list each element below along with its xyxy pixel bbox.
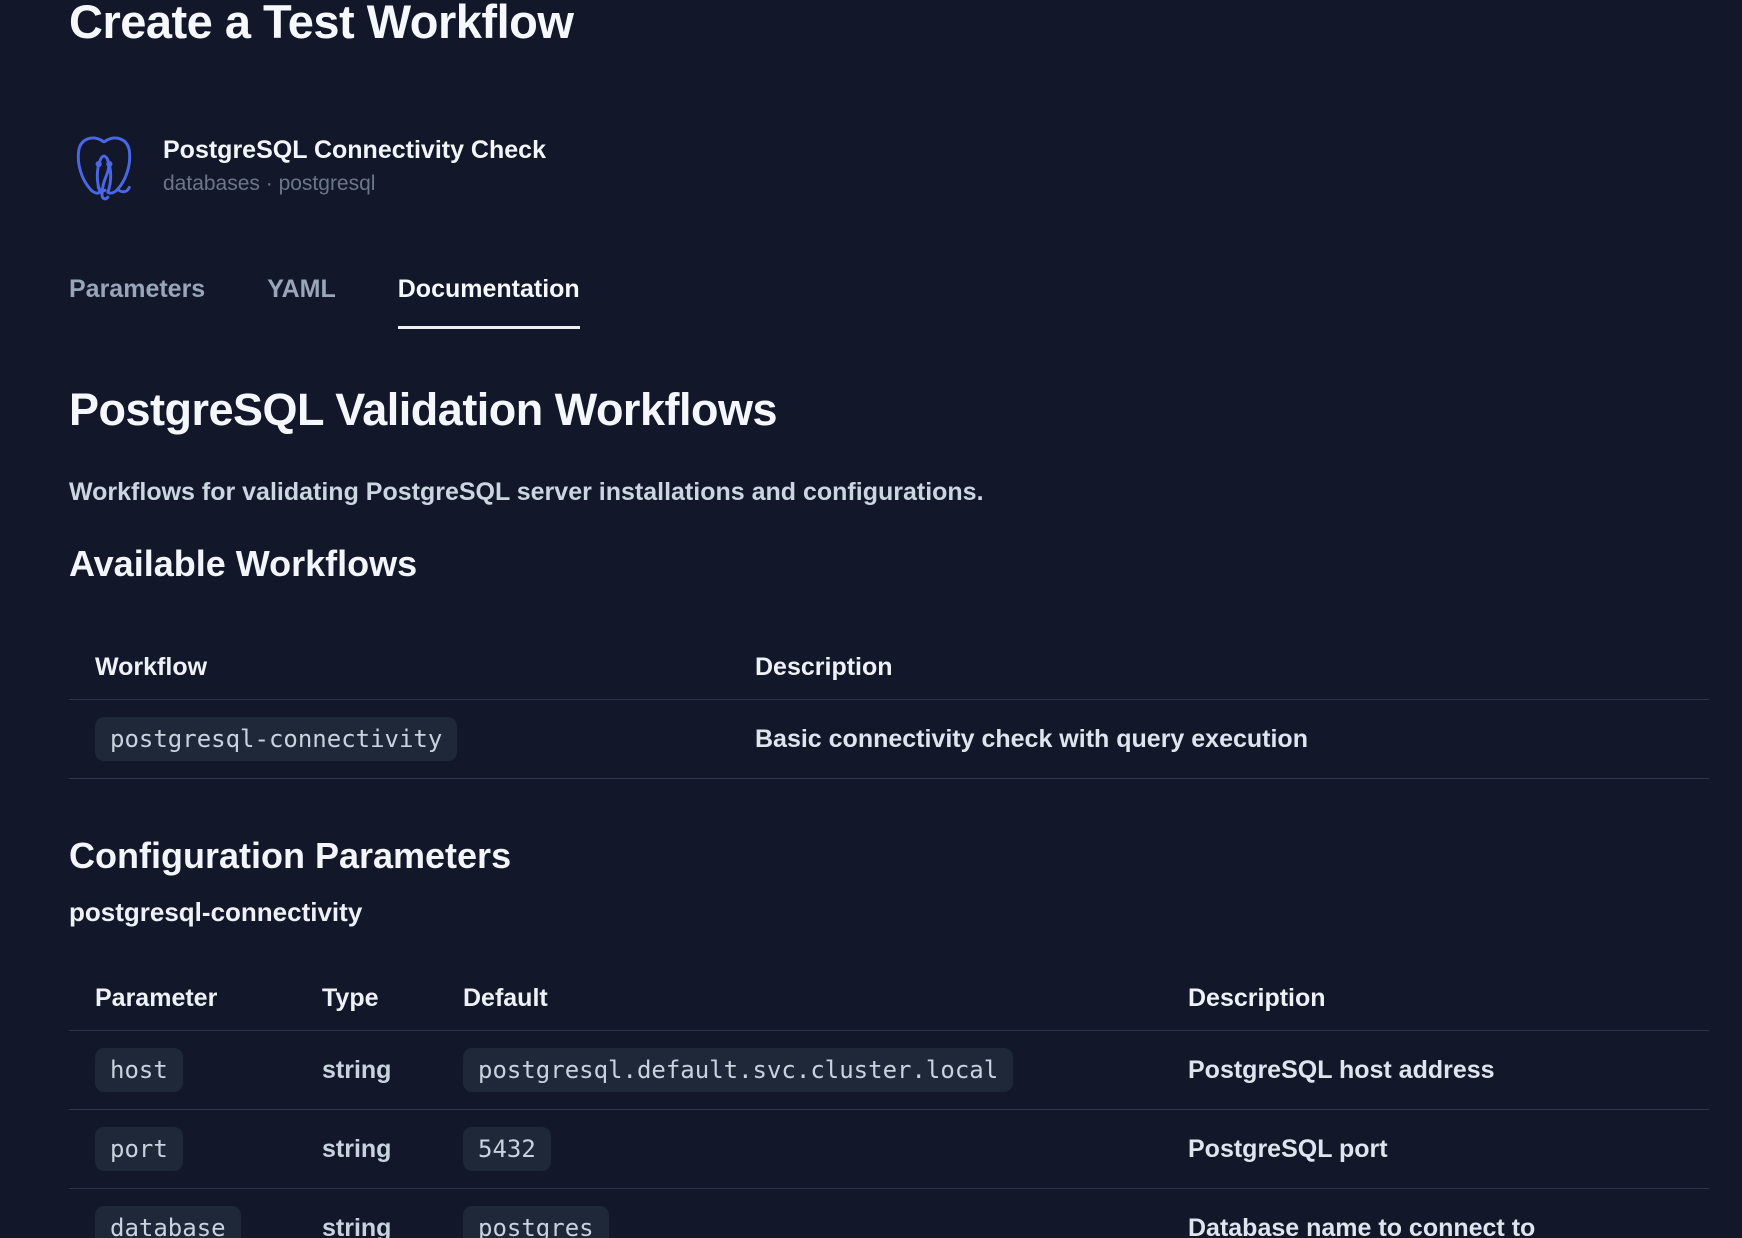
column-header-description: Description [1188, 984, 1709, 1031]
table-header-row: Workflow Description [69, 651, 1709, 700]
table-row: postgresql-connectivity Basic connectivi… [69, 700, 1709, 779]
table-header-row: Parameter Type Default Description [69, 984, 1709, 1031]
available-workflows-table: Workflow Description postgresql-connecti… [69, 651, 1709, 779]
workflow-header: PostgreSQL Connectivity Check databases … [69, 131, 1709, 201]
configuration-workflow-subheading: postgresql-connectivity [69, 897, 1709, 928]
postgresql-logo-icon [69, 131, 139, 201]
workflow-description: Basic connectivity check with query exec… [755, 700, 1709, 779]
column-header-default: Default [463, 984, 1188, 1031]
workflow-titles: PostgreSQL Connectivity Check databases … [163, 136, 546, 196]
parameter-name-badge: database [95, 1206, 241, 1238]
workflow-id-badge: postgresql-connectivity [95, 717, 457, 761]
parameter-name-badge: host [95, 1048, 183, 1092]
table-row-host: host string postgresql.default.svc.clust… [69, 1031, 1709, 1110]
column-header-parameter: Parameter [69, 984, 322, 1031]
column-header-workflow: Workflow [69, 651, 755, 700]
configuration-parameters-table: Parameter Type Default Description host … [69, 984, 1709, 1238]
parameter-default-badge: 5432 [463, 1127, 551, 1171]
workflow-breadcrumb: databases · postgresql [163, 172, 546, 196]
column-header-description: Description [755, 651, 1709, 700]
parameter-default-badge: postgres [463, 1206, 609, 1238]
configuration-parameters-heading: Configuration Parameters [69, 835, 1709, 877]
parameter-type: string [322, 1110, 463, 1189]
workflow-name: PostgreSQL Connectivity Check [163, 136, 546, 165]
tab-yaml[interactable]: YAML [267, 275, 336, 329]
page-content: Create a Test Workflow PostgreSQL Connec… [0, 0, 1742, 1238]
tab-documentation[interactable]: Documentation [398, 275, 580, 329]
available-workflows-heading: Available Workflows [69, 543, 1709, 585]
documentation-subtitle: Workflows for validating PostgreSQL serv… [69, 478, 1709, 507]
parameter-default-badge: postgresql.default.svc.cluster.local [463, 1048, 1013, 1092]
parameter-type: string [322, 1189, 463, 1238]
page-title: Create a Test Workflow [69, 0, 1709, 49]
tab-bar: Parameters YAML Documentation [69, 275, 1709, 329]
parameter-name-badge: port [95, 1127, 183, 1171]
parameter-type: string [322, 1031, 463, 1110]
tab-parameters[interactable]: Parameters [69, 275, 205, 329]
parameter-description: PostgreSQL host address [1188, 1031, 1709, 1110]
parameter-description: Database name to connect to [1188, 1189, 1709, 1238]
table-row-database: database string postgres Database name t… [69, 1189, 1709, 1238]
column-header-type: Type [322, 984, 463, 1031]
documentation-title: PostgreSQL Validation Workflows [69, 384, 1709, 436]
parameter-description: PostgreSQL port [1188, 1110, 1709, 1189]
table-row-port: port string 5432 PostgreSQL port [69, 1110, 1709, 1189]
